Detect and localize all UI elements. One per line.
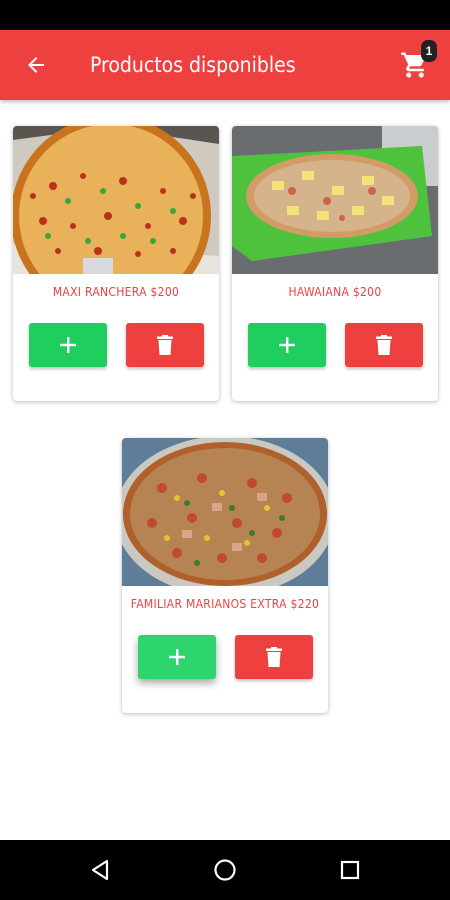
nav-recents-button[interactable]	[338, 858, 362, 882]
status-bar	[0, 0, 450, 30]
recents-square-icon	[340, 860, 360, 880]
delete-button[interactable]	[126, 323, 204, 367]
plus-icon	[279, 337, 295, 353]
product-name: FAMILIAR MARIANOS EXTRA $220	[130, 597, 320, 611]
product-name: MAXI RANCHERA $200	[52, 285, 180, 299]
add-to-cart-button[interactable]	[29, 323, 107, 367]
delete-button[interactable]	[235, 635, 313, 679]
arrow-back-icon	[28, 57, 44, 73]
nav-home-button[interactable]	[213, 858, 237, 882]
product-photo	[13, 126, 219, 274]
back-triangle-icon	[91, 859, 109, 881]
trash-icon	[376, 335, 392, 355]
plus-icon	[60, 337, 76, 353]
product-photo	[232, 126, 438, 274]
trash-icon	[157, 335, 173, 355]
trash-icon	[266, 647, 282, 667]
product-name: HAWAIANA $200	[288, 285, 382, 299]
page-title: Productos disponibles	[90, 53, 296, 77]
product-card: MAXI RANCHERA $200	[13, 126, 219, 401]
product-card: HAWAIANA $200	[232, 126, 438, 401]
delete-button[interactable]	[345, 323, 423, 367]
add-to-cart-button[interactable]	[138, 635, 216, 679]
nav-back-button[interactable]	[88, 858, 112, 882]
system-nav-bar	[0, 840, 450, 900]
add-to-cart-button[interactable]	[248, 323, 326, 367]
product-photo	[122, 438, 328, 586]
product-card: FAMILIAR MARIANOS EXTRA $220	[122, 438, 328, 713]
back-button[interactable]	[20, 49, 52, 81]
home-circle-icon	[214, 859, 236, 881]
app-bar: Productos disponibles	[0, 30, 450, 100]
cart-count-badge: 1	[421, 40, 437, 62]
plus-icon	[169, 649, 185, 665]
